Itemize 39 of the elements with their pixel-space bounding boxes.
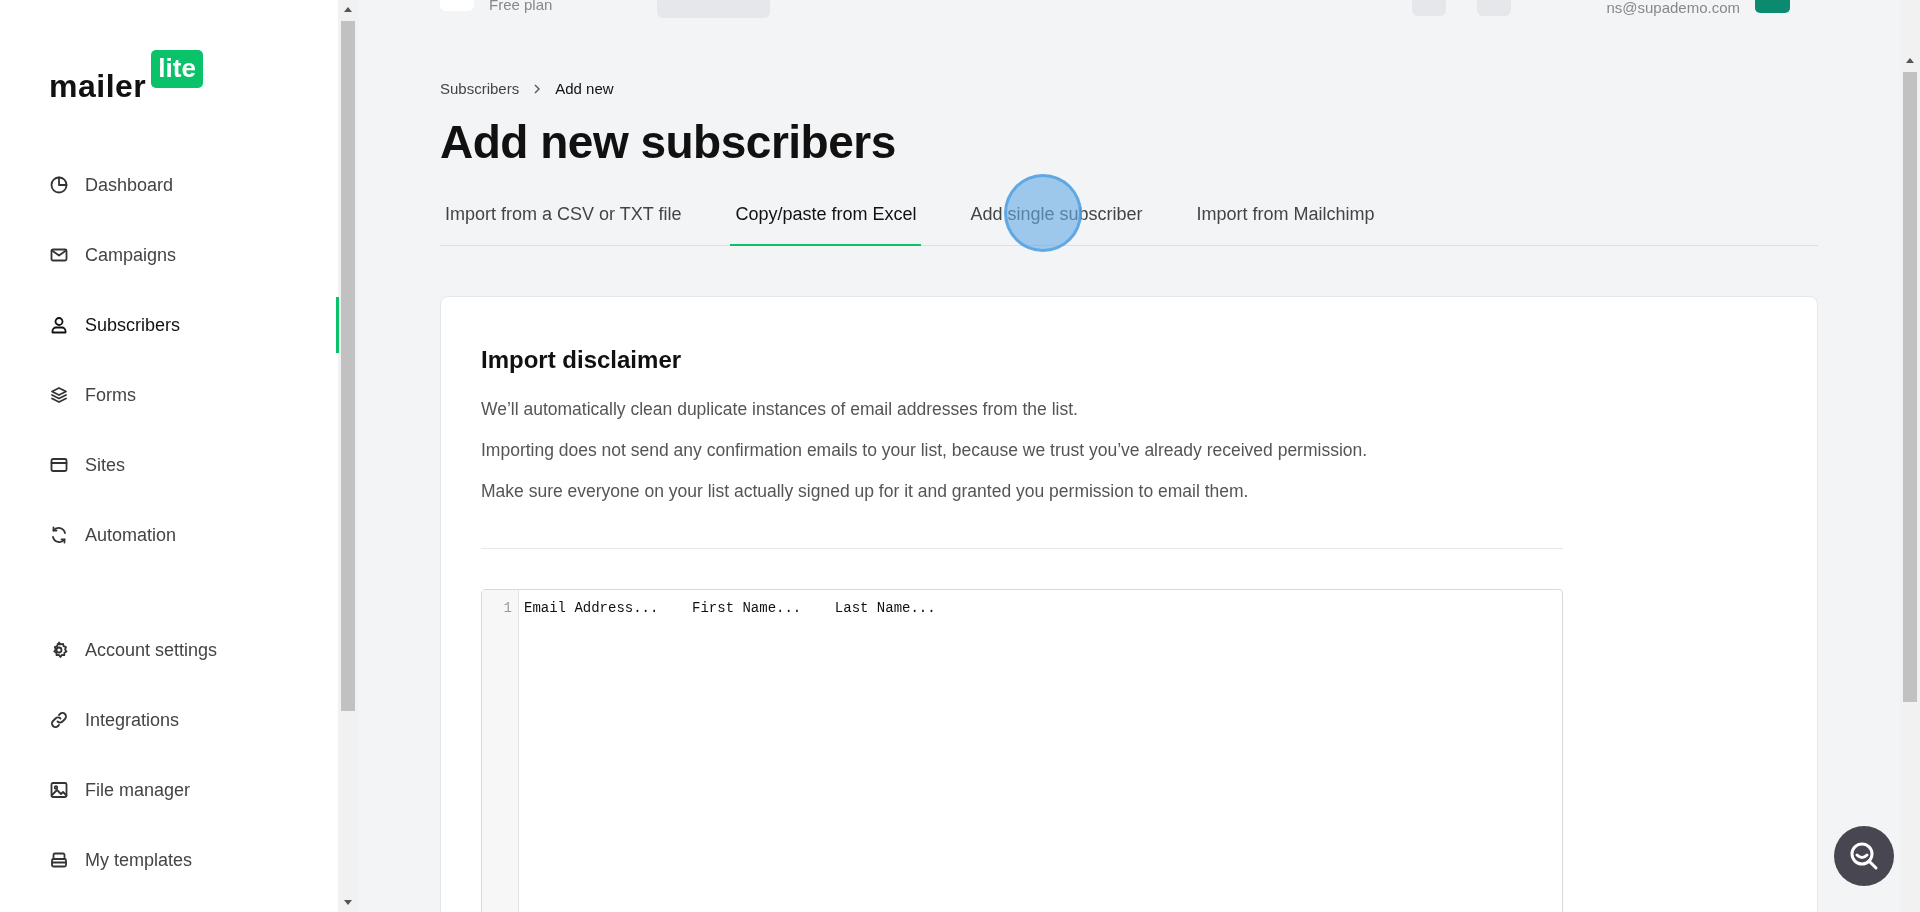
layers-icon (49, 385, 69, 405)
selection-indicator (336, 297, 339, 353)
scrollbar[interactable] (1900, 0, 1920, 912)
image-icon (49, 780, 69, 800)
clock-icon (49, 175, 69, 195)
stack-icon (49, 850, 69, 870)
link-icon (49, 710, 69, 730)
scrollbar[interactable] (338, 0, 358, 912)
chevron-icon (533, 83, 542, 96)
sidebar-item[interactable]: Forms (0, 360, 338, 430)
disclaimer-text: We’ll automatically clean duplicate instances of email addresses from the list. (481, 397, 1079, 421)
paste-editor[interactable]: 1 Email Address... First Name... Last Name... (481, 589, 1563, 912)
refresh-icon (49, 525, 69, 545)
logo-text: mailer (49, 67, 147, 106)
sidebar-item[interactable]: Campaigns (0, 220, 338, 290)
tab[interactable]: Import from Mailchimp (1191, 191, 1380, 246)
disclaimer-text: Make sure everyone on your list actually signed up for it and granted you permission to email them. (481, 480, 1250, 504)
search-button[interactable] (1834, 826, 1894, 886)
disclaimer-text: Importing does not send any confirmation emails to your list, because we trust you’ve already received permission. (481, 438, 1369, 462)
tab[interactable]: Import from a CSV or TXT file (440, 191, 687, 246)
sidebar-item[interactable]: Subscribers (0, 290, 338, 360)
sidebar-item[interactable]: Automation (0, 500, 338, 570)
editor-line: Email Address... First Name... Last Name... (524, 599, 936, 619)
sidebar-item[interactable]: Dashboard (0, 150, 338, 220)
sidebar-item[interactable]: My templates (0, 825, 338, 895)
logo-badge: lite (151, 50, 203, 88)
line-number: 1 (502, 599, 512, 619)
card-title: Import disclaimer (481, 344, 683, 375)
breadcrumb-link[interactable]: Subscribers (440, 78, 520, 101)
sidebar-item[interactable]: Account settings (0, 615, 338, 685)
sidebar-item[interactable]: Integrations (0, 685, 338, 755)
breadcrumb-current: Add new (555, 79, 614, 99)
user-icon (49, 315, 69, 335)
sidebar-item[interactable]: Sites (0, 430, 338, 500)
user-email: ns@supademo.com (1606, 0, 1740, 18)
page-title: Add new subscribers (440, 114, 897, 170)
browser-icon (49, 455, 69, 475)
sidebar-item[interactable]: File manager (0, 755, 338, 825)
tab[interactable]: Copy/paste from Excel (730, 191, 922, 246)
